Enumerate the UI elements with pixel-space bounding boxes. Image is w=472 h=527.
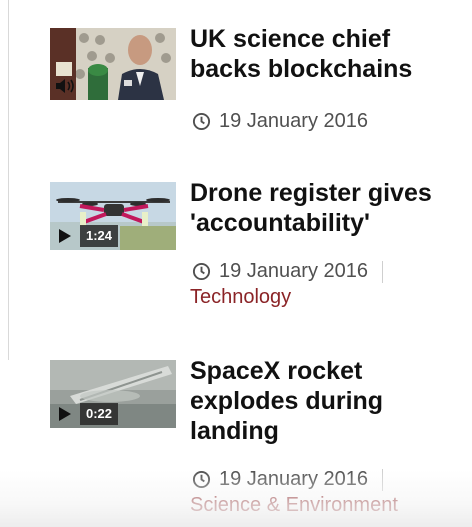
story-date: 19 January 2016 [219,110,369,132]
story-headline[interactable]: Drone register gives 'accountability' [190,178,462,238]
clock-icon [192,112,211,131]
story-thumbnail[interactable] [50,28,176,100]
play-icon[interactable] [50,222,80,250]
column-divider [8,0,9,360]
story-date: 19 January 2016 [219,260,369,282]
video-duration: 0:22 [80,403,119,425]
story-thumbnail[interactable]: 0:22 [50,360,176,428]
clock-icon [192,262,211,281]
story-date: 19 January 2016 [219,468,369,490]
video-controls[interactable]: 1:24 [50,222,119,250]
play-icon[interactable] [50,400,80,428]
meta-divider [382,468,384,491]
story-date-row: 19 January 2016 [192,468,384,491]
section-link-technology[interactable]: Technology [190,286,291,309]
story-headline[interactable]: UK science chief backs blockchains [190,24,462,84]
clock-icon [192,470,211,489]
video-controls[interactable]: 0:22 [50,400,119,428]
story-date-row: 19 January 2016 [192,260,384,283]
story-headline[interactable]: SpaceX rocket explodes during landing [190,356,462,446]
video-duration: 1:24 [80,225,119,247]
meta-divider [382,260,384,283]
speaker-icon [56,79,74,93]
story-thumbnail[interactable]: 1:24 [50,182,176,250]
section-link-science-environment[interactable]: Science & Environment [190,494,398,517]
story-date-row: 19 January 2016 [192,110,368,133]
